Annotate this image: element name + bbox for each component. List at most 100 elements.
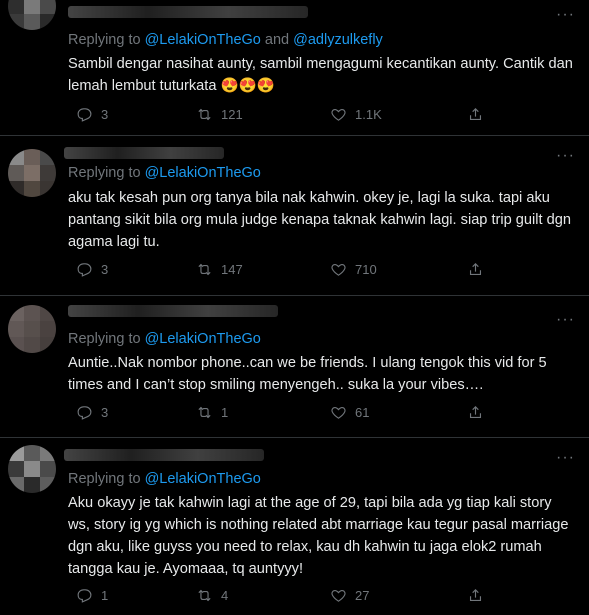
heart-icon bbox=[331, 589, 346, 602]
like-count: 710 bbox=[355, 262, 377, 277]
more-options-icon[interactable]: ··· bbox=[556, 7, 575, 23]
reply-icon bbox=[77, 263, 92, 277]
reply-button[interactable]: 3 bbox=[76, 404, 108, 421]
avatar-pixel bbox=[40, 165, 56, 181]
avatar-pixel bbox=[24, 321, 40, 337]
retweet-button[interactable]: 1 bbox=[196, 404, 228, 421]
avatar-pixel bbox=[40, 305, 56, 321]
like-count: 27 bbox=[355, 588, 370, 603]
heart-icon bbox=[331, 263, 346, 276]
avatar-pixel bbox=[8, 477, 24, 493]
avatar-pixel bbox=[24, 305, 40, 321]
avatar-pixel bbox=[40, 149, 56, 165]
tweet-3[interactable]: ··· Replying to @LelakiOnTheGo Auntie..N… bbox=[0, 295, 589, 438]
retweet-button[interactable]: 4 bbox=[196, 587, 228, 604]
mention-link[interactable]: @LelakiOnTheGo bbox=[145, 165, 261, 181]
replying-to: Replying to @LelakiOnTheGo bbox=[68, 331, 261, 347]
tweet-text: Sambil dengar nasihat aunty, sambil meng… bbox=[68, 53, 573, 97]
avatar-pixel bbox=[24, 461, 40, 477]
heart-icon bbox=[331, 406, 346, 419]
mention-link[interactable]: @LelakiOnTheGo bbox=[145, 471, 261, 487]
more-options-icon[interactable]: ··· bbox=[556, 450, 575, 466]
tweet-4[interactable]: ··· Replying to @LelakiOnTheGo Aku okayy… bbox=[0, 437, 589, 615]
avatar-pixel bbox=[40, 0, 56, 14]
avatar-pixel bbox=[40, 14, 56, 30]
like-button[interactable]: 1.1K bbox=[330, 106, 382, 123]
reply-icon bbox=[77, 108, 92, 122]
avatar[interactable] bbox=[8, 149, 56, 197]
avatar-pixel bbox=[24, 337, 40, 353]
avatar[interactable] bbox=[8, 445, 56, 493]
retweet-icon bbox=[198, 263, 211, 276]
like-count: 61 bbox=[355, 405, 370, 420]
avatar-pixel bbox=[8, 181, 24, 197]
reply-icon bbox=[77, 406, 92, 420]
share-icon bbox=[469, 108, 482, 121]
more-options-icon[interactable]: ··· bbox=[556, 312, 575, 328]
reply-count: 3 bbox=[101, 405, 109, 420]
retweet-icon bbox=[198, 406, 211, 419]
retweet-button[interactable]: 121 bbox=[196, 106, 243, 123]
avatar[interactable] bbox=[8, 305, 56, 353]
share-button[interactable] bbox=[467, 261, 492, 278]
username-blurred bbox=[64, 449, 264, 461]
avatar-pixel bbox=[8, 461, 24, 477]
mention-link[interactable]: @LelakiOnTheGo bbox=[145, 32, 261, 48]
reply-icon bbox=[77, 589, 92, 603]
share-button[interactable] bbox=[467, 404, 492, 421]
like-button[interactable]: 710 bbox=[330, 261, 377, 278]
replying-joiner: and bbox=[264, 32, 290, 48]
avatar-pixel bbox=[8, 149, 24, 165]
replying-prefix: Replying to bbox=[68, 32, 141, 48]
replying-to: Replying to @LelakiOnTheGo bbox=[68, 165, 261, 181]
avatar-pixel bbox=[24, 165, 40, 181]
avatar-pixel bbox=[8, 305, 24, 321]
reply-button[interactable]: 1 bbox=[76, 587, 108, 604]
reply-button[interactable]: 3 bbox=[76, 106, 108, 123]
reply-button[interactable]: 3 bbox=[76, 261, 108, 278]
avatar-pixel bbox=[8, 0, 24, 14]
username-blurred bbox=[68, 6, 308, 18]
share-button[interactable] bbox=[467, 587, 492, 604]
mention-link[interactable]: @adlyzulkefly bbox=[293, 32, 383, 48]
avatar-pixel bbox=[24, 445, 40, 461]
avatar-pixel bbox=[40, 445, 56, 461]
retweet-count: 121 bbox=[221, 107, 243, 122]
tweet-text: Aku okayy je tak kahwin lagi at the age … bbox=[68, 495, 569, 577]
like-button[interactable]: 61 bbox=[330, 404, 369, 421]
tweet-text: Auntie..Nak nombor phone..can we be frie… bbox=[68, 355, 547, 393]
retweet-icon bbox=[198, 108, 211, 121]
avatar-pixel bbox=[8, 337, 24, 353]
like-button[interactable]: 27 bbox=[330, 587, 369, 604]
tweet-text-main: Sambil dengar nasihat aunty, sambil meng… bbox=[68, 56, 573, 94]
retweet-button[interactable]: 147 bbox=[196, 261, 243, 278]
avatar[interactable] bbox=[8, 0, 56, 30]
share-button[interactable] bbox=[467, 106, 492, 123]
mention-link[interactable]: @LelakiOnTheGo bbox=[145, 331, 261, 347]
more-options-icon[interactable]: ··· bbox=[556, 148, 575, 164]
emoji: 😍😍😍 bbox=[220, 78, 276, 94]
avatar-pixel bbox=[8, 445, 24, 461]
avatar-pixel bbox=[24, 0, 40, 14]
avatar-pixel bbox=[8, 165, 24, 181]
like-count: 1.1K bbox=[355, 107, 382, 122]
avatar-pixel bbox=[40, 181, 56, 197]
tweet-1[interactable]: ··· Replying to @LelakiOnTheGo and @adly… bbox=[0, 0, 589, 136]
reply-count: 3 bbox=[101, 262, 109, 277]
share-icon bbox=[469, 589, 482, 602]
tweet-text: aku tak kesah pun org tanya bila nak kah… bbox=[68, 190, 571, 250]
replying-prefix: Replying to bbox=[68, 165, 141, 181]
avatar-pixel bbox=[40, 477, 56, 493]
avatar-pixel bbox=[24, 477, 40, 493]
avatar-pixel bbox=[24, 14, 40, 30]
retweet-count: 1 bbox=[221, 405, 229, 420]
share-icon bbox=[469, 263, 482, 276]
avatar-pixel bbox=[8, 321, 24, 337]
reply-count: 1 bbox=[101, 588, 109, 603]
avatar-pixel bbox=[8, 14, 24, 30]
avatar-pixel bbox=[40, 321, 56, 337]
replying-prefix: Replying to bbox=[68, 331, 141, 347]
retweet-icon bbox=[198, 589, 211, 602]
replying-prefix: Replying to bbox=[68, 471, 141, 487]
tweet-2[interactable]: ··· Replying to @LelakiOnTheGo aku tak k… bbox=[0, 135, 589, 296]
